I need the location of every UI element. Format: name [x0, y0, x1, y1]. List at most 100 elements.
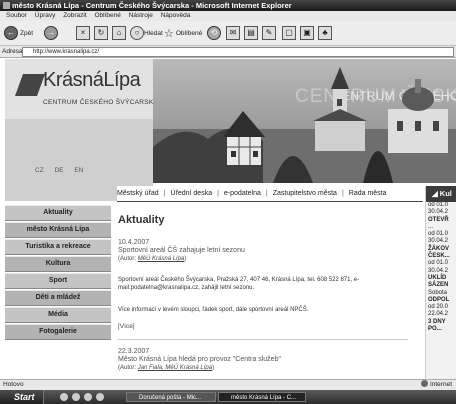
- refresh-button[interactable]: ↻: [94, 26, 108, 40]
- culture-item[interactable]: 30.04.2: [426, 209, 456, 216]
- culture-item[interactable]: od 01.0: [426, 202, 456, 209]
- status-text: Hotovo: [3, 381, 24, 388]
- menu-sport[interactable]: Sport: [5, 273, 111, 289]
- messenger-button[interactable]: ♣: [318, 26, 332, 40]
- news-divider: [118, 339, 408, 340]
- address-url: http://www.krasnalipa.cz/: [33, 49, 100, 55]
- menu-deti[interactable]: Děti a mládež: [5, 290, 111, 306]
- edit-icon: ✎: [262, 26, 276, 40]
- zone-indicator: Internet: [420, 380, 452, 390]
- culture-item[interactable]: SÁZEN: [426, 282, 456, 289]
- window-title: město Krásná Lípa - Centrum Českého Švýc…: [12, 1, 292, 10]
- news-title-link[interactable]: Sportovní areál ČŠ zahajuje letní sezonu: [118, 247, 245, 254]
- web-page: KrásnáLípa CENTRUM ČESKÉHO ŠVÝCARSKA CZ …: [5, 59, 456, 379]
- start-button[interactable]: Start: [0, 390, 44, 404]
- search-button[interactable]: ○ Hledat: [130, 26, 163, 40]
- task-mail-button[interactable]: Doručená pošta - Mic...: [126, 392, 216, 402]
- lang-de-link[interactable]: DE: [54, 167, 63, 174]
- research-button[interactable]: ▣: [300, 26, 314, 40]
- menu-fotogalerie[interactable]: Fotogalerie: [5, 324, 111, 340]
- language-switcher: CZ DE EN: [35, 167, 92, 174]
- star-icon: ☆: [164, 27, 174, 40]
- menu-tools[interactable]: Nástroje: [129, 12, 153, 19]
- stop-button[interactable]: ×: [76, 26, 90, 40]
- edit-button[interactable]: ✎: [262, 26, 276, 40]
- menu-help[interactable]: Nápověda: [161, 12, 191, 19]
- nav-mestsky-urad[interactable]: Městský úřad: [117, 190, 159, 197]
- back-arrow-icon: ←: [4, 26, 18, 40]
- discuss-button[interactable]: ▢: [282, 26, 296, 40]
- culture-item[interactable]: ...: [426, 224, 456, 231]
- culture-item[interactable]: Sobota: [426, 290, 456, 297]
- toolbar: ← Zpět → × ↻ ⌂ ○ Hledat ☆ Oblíbené ⟲ ✉ ▤ ✎ …: [0, 21, 456, 46]
- quicklaunch-desktop-icon[interactable]: [84, 393, 92, 401]
- forward-button[interactable]: →: [44, 26, 60, 40]
- mail-button[interactable]: ✉: [226, 26, 240, 40]
- search-icon: ○: [130, 26, 144, 40]
- nav-rada-mesta[interactable]: Rada města: [349, 190, 387, 197]
- news-body: Sportovní areál Českého Švýcarska, Pražs…: [118, 277, 360, 291]
- print-button[interactable]: ▤: [244, 26, 258, 40]
- culture-item[interactable]: ODPOL: [426, 297, 456, 304]
- refresh-icon: ↻: [94, 26, 108, 40]
- nav-uredni-deska[interactable]: Úřední deska: [170, 190, 212, 197]
- history-icon: ⟲: [207, 26, 221, 40]
- culture-item[interactable]: od 01.0: [426, 231, 456, 238]
- news-author-link[interactable]: MěÚ Krásná Lípa: [138, 256, 185, 262]
- news-author: (Autor: Jan Fiala, MěÚ Krásná Lípa): [118, 365, 215, 371]
- menu-view[interactable]: Zobrazit: [63, 12, 86, 19]
- mail-icon: ✉: [226, 26, 240, 40]
- culture-item[interactable]: ČESK...: [426, 253, 456, 260]
- menu-favorites[interactable]: Oblíbené: [94, 12, 120, 19]
- menu-edit[interactable]: Úpravy: [35, 12, 56, 19]
- culture-item[interactable]: od 01.0: [426, 260, 456, 267]
- culture-heading[interactable]: ◢ Kul: [426, 186, 456, 202]
- menu-mesto[interactable]: město Krásná Lípa: [5, 222, 111, 238]
- menu-media[interactable]: Média: [5, 307, 111, 323]
- quicklaunch-media-icon[interactable]: [96, 393, 104, 401]
- status-bar: Hotovo Internet: [0, 379, 456, 390]
- menu-aktuality[interactable]: Aktuality: [5, 205, 111, 221]
- culture-item[interactable]: PO...: [426, 326, 456, 333]
- print-icon: ▤: [244, 26, 258, 40]
- address-input[interactable]: http://www.krasnalipa.cz/: [22, 47, 454, 57]
- menu-kultura[interactable]: Kultura: [5, 256, 111, 272]
- nav-zastupitelstvo[interactable]: Zastupitelstvo města: [273, 190, 337, 197]
- task-browser-button[interactable]: město Krásná Lípa - C...: [218, 392, 306, 402]
- nav-e-podatelna[interactable]: e-podatelna: [224, 190, 261, 197]
- top-navigation: Městský úřad | Úřední deska | e-podatelna |…: [117, 186, 423, 202]
- home-button[interactable]: ⌂: [112, 26, 126, 40]
- research-icon: ▣: [300, 26, 314, 40]
- right-culture-column: ◢ Kul od 01.0 30.04.2 OTEVŘ... od 01.0 30.04.…: [425, 186, 456, 379]
- favorites-button[interactable]: ☆ Oblíbené: [164, 26, 202, 40]
- header-photo-banner: CENTRUM ČESKÉHO CENTRUM ČESKÉHO ŠVÝCARSK…: [153, 59, 456, 183]
- lang-en-link[interactable]: EN: [74, 167, 83, 174]
- quicklaunch-mail-icon[interactable]: [72, 393, 80, 401]
- news-author-link[interactable]: Jan Fiala, MěÚ Krásná Lípa: [138, 365, 212, 371]
- culture-item[interactable]: OTEVŘ: [426, 217, 456, 224]
- address-label: Adresa: [2, 48, 23, 55]
- site-logo-subtitle: CENTRUM ČESKÉHO ŠVÝCARSKA: [43, 99, 159, 106]
- culture-item[interactable]: 22.04.2: [426, 311, 456, 318]
- town-photo: [153, 67, 456, 183]
- culture-item[interactable]: 3 DNY: [426, 319, 456, 326]
- taskbar: Start Doručená pošta - Mic... město Krás…: [0, 390, 456, 404]
- news-more-link[interactable]: [Více]: [118, 323, 135, 330]
- culture-item[interactable]: 30.04.2: [426, 238, 456, 245]
- culture-item[interactable]: od 20.0: [426, 304, 456, 311]
- culture-item[interactable]: 30.04.2: [426, 268, 456, 275]
- news-body-more: Více informací v levém sloupci, řádek sp…: [118, 307, 309, 313]
- menu-turistika[interactable]: Turistika a rekreace: [5, 239, 111, 255]
- history-button[interactable]: ⟲: [207, 26, 223, 40]
- culture-list: od 01.0 30.04.2 OTEVŘ... od 01.0 30.04.2 ŽÁKO…: [426, 202, 456, 333]
- quicklaunch-ie-icon[interactable]: [60, 393, 68, 401]
- discuss-icon: ▢: [282, 26, 296, 40]
- culture-item[interactable]: ŽÁKOV: [426, 246, 456, 253]
- menu-file[interactable]: Soubor: [6, 12, 27, 19]
- main-content: Aktuality 10.4.2007 Sportovní areál ČŠ z…: [118, 206, 408, 379]
- news-author: (Autor: MěÚ Krásná Lípa): [118, 256, 187, 262]
- back-button[interactable]: ← Zpět: [4, 26, 33, 40]
- news-title-link[interactable]: Město Krásná Lípa hledá pro provoz "Cent…: [118, 356, 281, 363]
- lang-cz-link[interactable]: CZ: [35, 167, 44, 174]
- window-title-bar: město Krásná Lípa - Centrum Českého Švýc…: [0, 0, 456, 11]
